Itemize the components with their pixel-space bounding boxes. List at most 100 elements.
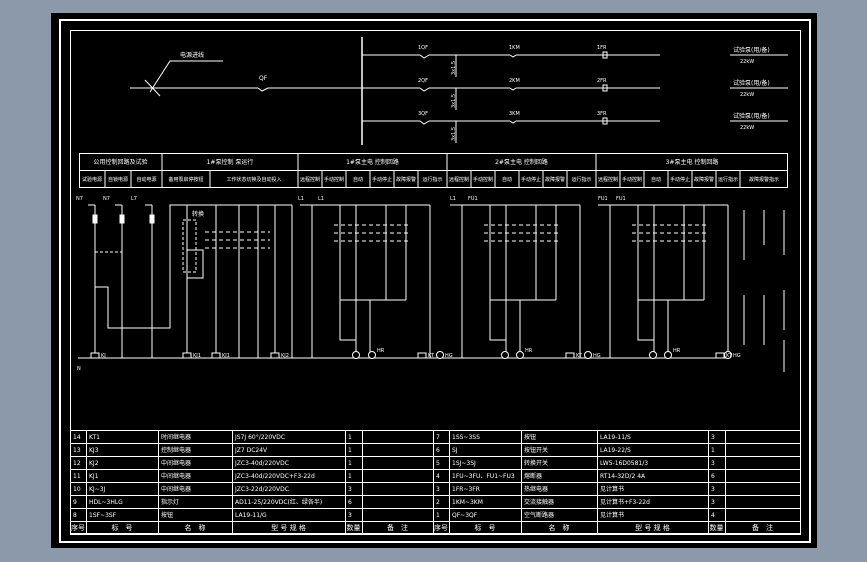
parts-cell: 1FU~3FU、FU1~FU3 (452, 473, 515, 480)
cad-drawing-sheet: 电源进线 QF 1QF 1KM 1FR 3x1.5 试验泵(用/备) 22kW 2QF 2KM… (51, 13, 817, 548)
lamp-label: HG (445, 353, 453, 359)
parts-header: 标 号 (112, 523, 133, 532)
terminal-label: L7 (131, 196, 137, 202)
parts-cell: 1 (348, 473, 352, 480)
parts-cell: 3 (436, 486, 440, 493)
function-sub-header: 运行指示 (718, 176, 738, 183)
parts-cell: KJ1 (89, 473, 99, 480)
coil-label: KJ1 (222, 353, 230, 359)
parts-cell: LA19-11/G (235, 512, 267, 519)
lamp-label: HR (525, 348, 533, 354)
function-group-header: 2#泵主电 控制回路 (495, 158, 548, 166)
parts-cell: JZ7 DC24V (234, 447, 268, 454)
parts-cell: 1 (348, 434, 352, 441)
terminal-label: FU1 (598, 196, 608, 202)
parts-cell: 3 (711, 460, 715, 467)
parts-cell: 1 (348, 460, 352, 467)
branch-contactor-label: 3KM (509, 111, 520, 117)
indicator-lamp-icon (352, 351, 360, 359)
parts-cell: 1SF~3SF (89, 512, 117, 519)
branch-contactor-label: 1KM (509, 45, 520, 51)
parts-cell: 1SS~3SS (452, 434, 480, 441)
relay-coil-icon (270, 352, 280, 359)
indicator-lamp-icon (368, 351, 376, 359)
parts-cell: 见计算书+F3-22d (600, 498, 650, 506)
parts-cell: AD11-25/220VDC(红、绿各半) (235, 498, 322, 506)
parts-cell: 转换开关 (524, 459, 548, 467)
branch-cable-label: 3x1.5 (451, 94, 457, 108)
parts-header: 型 号 规 格 (635, 523, 670, 532)
parts-cell: 4 (711, 512, 715, 519)
relay-coil-icon (715, 352, 725, 359)
parts-cell: 7 (436, 434, 440, 441)
terminal-label: L1 (298, 196, 304, 202)
coil-label: KJ1 (193, 353, 201, 359)
relay-coil-icon (565, 352, 575, 359)
parts-cell: 3 (348, 486, 352, 493)
parts-header: 序号 (71, 523, 85, 532)
parts-cell: 中间继电器 (161, 472, 191, 480)
lamp-label: HR (377, 348, 385, 354)
neutral-label: N (77, 366, 81, 372)
parts-cell: 13 (73, 447, 81, 454)
parts-cell: RT14-32D/2 4A (600, 473, 646, 480)
parts-header: 备 注 (752, 523, 773, 532)
lamp-label: HG (593, 353, 601, 359)
branch-load-label: 试验泵(用/备) (733, 112, 770, 120)
terminal-label: N7 (103, 196, 110, 202)
branch-contactor-label: 2KM (509, 78, 520, 84)
parts-cell: 熔断器 (524, 472, 542, 480)
incoming-label: 电源进线 (180, 51, 204, 59)
branch-cable-label: 3x1.5 (451, 61, 457, 75)
function-sub-header: 备用泵启停按钮 (168, 176, 203, 183)
parts-cell: 3 (711, 499, 715, 506)
indicator-lamp-icon (501, 351, 509, 359)
parts-header: 名 称 (185, 523, 206, 532)
branch-power-label: 22kW (740, 59, 754, 65)
function-sub-header: 自动 (502, 176, 512, 183)
function-sub-header: 远程控制 (449, 176, 469, 183)
terminal-label: N7 (76, 196, 83, 202)
function-sub-header: 手动停止 (372, 176, 392, 183)
parts-cell: 空气断路器 (524, 511, 554, 519)
function-group-header: 1#泵主电 控制回路 (346, 158, 399, 166)
function-sub-header: 自锁电源 (108, 176, 128, 183)
parts-cell: 见计算书 (600, 485, 624, 493)
branch-breaker-label: 1QF (418, 45, 428, 51)
branch-relay-label: 3FR (597, 111, 607, 117)
parts-cell: 11 (73, 473, 81, 480)
parts-cell: KJ2 (89, 460, 99, 467)
fuse-icon (149, 214, 155, 224)
function-sub-header: 手动停止 (670, 176, 690, 183)
function-sub-header: 手动控制 (473, 176, 493, 183)
fuse-icon (119, 214, 125, 224)
parts-cell: 3 (348, 512, 352, 519)
parts-cell: 9 (73, 499, 77, 506)
parts-cell: 12 (73, 460, 81, 467)
parts-cell: KT1 (89, 434, 100, 441)
parts-cell: 交流接触器 (524, 498, 554, 506)
function-sub-header: 故障报警 (694, 176, 714, 183)
branch-breaker-label: 3QF (418, 111, 428, 117)
parts-cell: 中间继电器 (161, 459, 191, 467)
function-sub-header: 自动 (651, 176, 661, 183)
function-sub-header: 手动控制 (622, 176, 642, 183)
parts-cell: HDL~3HLG (89, 499, 123, 506)
parts-cell: 6 (348, 499, 352, 506)
parts-header: 数量 (710, 523, 724, 532)
parts-cell: JZC3-22d/220VDC (234, 486, 289, 493)
parts-cell: 8 (73, 512, 77, 519)
relay-coil-icon (182, 352, 192, 359)
parts-cell: 3 (711, 434, 715, 441)
parts-cell: 热继电器 (524, 485, 548, 493)
parts-cell: 6 (436, 447, 440, 454)
parts-cell: 5 (436, 460, 440, 467)
relay-coil-icon (417, 352, 427, 359)
parts-cell: 6 (711, 473, 715, 480)
function-sub-header: 远程控制 (598, 176, 618, 183)
coil-label: KT (576, 353, 583, 359)
parts-cell: JS7J 60°/220VDC (234, 434, 285, 441)
parts-cell: 中间继电器 (161, 485, 191, 493)
lamp-label: HR (673, 348, 681, 354)
parts-header: 数量 (347, 523, 361, 532)
